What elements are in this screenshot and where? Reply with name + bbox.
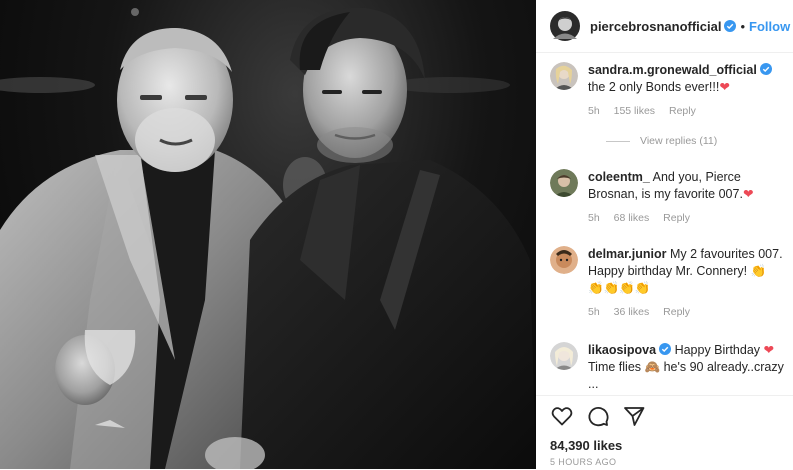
- heart-emoji: ❤: [763, 343, 775, 357]
- profile-avatar[interactable]: [550, 11, 580, 41]
- comment-likes[interactable]: 36 likes: [614, 306, 650, 318]
- reply-button[interactable]: Reply: [663, 212, 690, 224]
- comment-text: coleentm_ And you, Pierce Brosnan, is my…: [588, 169, 786, 203]
- clap-emoji-row: 👏👏👏👏: [588, 281, 651, 295]
- verified-icon: [659, 343, 672, 355]
- post-username[interactable]: piercebrosnanofficial: [590, 19, 721, 34]
- comment-likes[interactable]: 68 likes: [614, 212, 650, 224]
- divider-line: [606, 140, 630, 142]
- reply-button[interactable]: Reply: [669, 105, 696, 117]
- comment-text: likaosipova Happy Birthday ❤ Time flies …: [588, 342, 786, 393]
- share-icon[interactable]: [622, 404, 646, 428]
- comment-meta: 5h 36 likes Reply: [588, 306, 786, 318]
- commenter-avatar[interactable]: [550, 246, 578, 274]
- monkey-emoji: 🙈: [644, 360, 661, 374]
- comment-username[interactable]: delmar.junior: [588, 247, 667, 261]
- action-icons: [550, 404, 646, 428]
- commenter-avatar[interactable]: [550, 169, 578, 197]
- comment-username[interactable]: sandra.m.gronewald_official: [588, 63, 757, 77]
- post-photo[interactable]: [0, 0, 536, 469]
- reply-button[interactable]: Reply: [663, 306, 690, 318]
- comment-meta: 5h 155 likes Reply: [588, 105, 786, 117]
- comment-username[interactable]: likaosipova: [588, 343, 656, 357]
- side-panel: piercebrosnanofficial • Follow sandra.m.…: [536, 0, 793, 469]
- post-timestamp: 5 HOURS AGO: [550, 457, 617, 467]
- black-and-white-photo: [0, 7, 536, 469]
- comment-text: delmar.junior My 2 favourites 007. Happy…: [588, 246, 786, 297]
- comment-username[interactable]: coleentm_: [588, 170, 650, 184]
- heart-icon[interactable]: [550, 404, 574, 428]
- comment-meta: 5h 68 likes Reply: [588, 212, 786, 224]
- comment-text: sandra.m.gronewald_official the 2 only B…: [588, 62, 786, 96]
- comment-item: coleentm_ And you, Pierce Brosnan, is my…: [550, 169, 786, 224]
- comment-likes[interactable]: 155 likes: [614, 105, 655, 117]
- post-actions: 84,390 likes 5 HOURS AGO: [536, 395, 793, 470]
- comment-age: 5h: [588, 105, 600, 117]
- comment-message-2: Time flies: [588, 360, 642, 374]
- comment-message: Happy Birthday: [674, 343, 761, 357]
- comment-age: 5h: [588, 306, 600, 318]
- heart-emoji: ❤: [719, 80, 730, 94]
- follow-button[interactable]: Follow: [749, 19, 790, 34]
- view-replies-label: View replies (11): [640, 135, 718, 147]
- instagram-post: piercebrosnanofficial • Follow sandra.m.…: [0, 0, 793, 469]
- comment-item: sandra.m.gronewald_official the 2 only B…: [550, 62, 786, 117]
- verified-icon: [759, 63, 772, 75]
- commenter-avatar[interactable]: [550, 62, 578, 90]
- comment-message: the 2 only Bonds ever!!!: [588, 80, 720, 94]
- verified-icon: [724, 20, 737, 32]
- heart-emoji: ❤: [742, 187, 754, 201]
- comment-icon[interactable]: [586, 404, 610, 428]
- like-count[interactable]: 84,390 likes: [550, 438, 622, 453]
- separator-dot: •: [740, 18, 746, 34]
- commenter-avatar[interactable]: [550, 342, 578, 370]
- clap-emoji: 👏: [750, 264, 767, 278]
- comment-item: delmar.junior My 2 favourites 007. Happy…: [550, 246, 786, 318]
- post-header: piercebrosnanofficial • Follow: [536, 0, 793, 53]
- comment-item: likaosipova Happy Birthday ❤ Time flies …: [550, 342, 786, 393]
- comment-age: 5h: [588, 212, 600, 224]
- view-replies-link[interactable]: View replies (11): [606, 135, 717, 147]
